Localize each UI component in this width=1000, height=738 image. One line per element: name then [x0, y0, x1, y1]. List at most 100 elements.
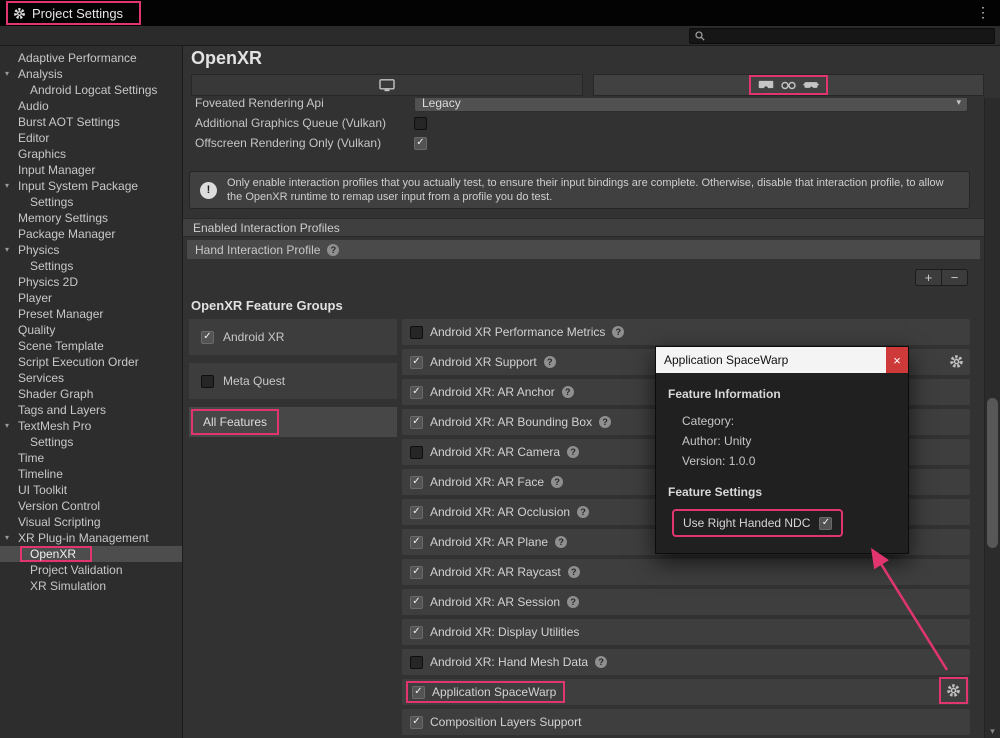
- help-icon[interactable]: ?: [544, 356, 556, 368]
- offscreen-rendering-checkbox[interactable]: ✓: [414, 137, 427, 150]
- foveated-rendering-dropdown[interactable]: Legacy ▾: [414, 98, 968, 112]
- sidebar-item-services[interactable]: Services: [0, 370, 182, 386]
- feature-checkbox[interactable]: [410, 446, 423, 459]
- sidebar-item-editor[interactable]: Editor: [0, 130, 182, 146]
- feature-group-meta-quest[interactable]: Meta Quest: [189, 363, 397, 399]
- feature-settings-gear-icon[interactable]: [946, 683, 961, 698]
- settings-sidebar: Adaptive Performance ▾Analysis Android L…: [0, 46, 183, 738]
- search-input[interactable]: [710, 30, 989, 42]
- sidebar-item-scene-template[interactable]: Scene Template: [0, 338, 182, 354]
- sidebar-item-android-logcat-settings[interactable]: Android Logcat Settings: [0, 82, 182, 98]
- help-icon[interactable]: ?: [568, 566, 580, 578]
- feature-settings-gear-icon[interactable]: [949, 354, 964, 369]
- remove-profile-button[interactable]: −: [942, 270, 967, 285]
- hand-interaction-profile-row[interactable]: Hand Interaction Profile ?: [187, 240, 980, 259]
- feature-checkbox[interactable]: ✓: [410, 476, 423, 489]
- feature-row-application-spacewarp[interactable]: ✓ Application SpaceWarp: [402, 679, 970, 705]
- sidebar-item-shader-graph[interactable]: Shader Graph: [0, 386, 182, 402]
- sidebar-item-timeline[interactable]: Timeline: [0, 466, 182, 482]
- search-box[interactable]: [689, 28, 995, 44]
- sidebar-item-ui-toolkit[interactable]: UI Toolkit: [0, 482, 182, 498]
- sidebar-item-memory-settings[interactable]: Memory Settings: [0, 210, 182, 226]
- feature-row-performance-metrics[interactable]: Android XR Performance Metrics ?: [402, 319, 970, 345]
- feature-group-checkbox[interactable]: ✓: [201, 331, 214, 344]
- feature-row-ar-raycast[interactable]: ✓ Android XR: AR Raycast ?: [402, 559, 970, 585]
- annotation-box-xr-icons: [749, 75, 828, 95]
- kebab-menu-icon[interactable]: ⋮: [976, 4, 990, 21]
- add-profile-button[interactable]: +: [916, 270, 942, 285]
- feature-checkbox[interactable]: ✓: [410, 506, 423, 519]
- sidebar-item-textmesh-pro[interactable]: ▾TextMesh Pro: [0, 418, 182, 434]
- feature-checkbox[interactable]: ✓: [410, 716, 423, 729]
- sidebar-item-preset-manager[interactable]: Preset Manager: [0, 306, 182, 322]
- feature-checkbox[interactable]: ✓: [412, 686, 425, 699]
- sidebar-item-input-manager[interactable]: Input Manager: [0, 162, 182, 178]
- feature-row-display-utilities[interactable]: ✓ Android XR: Display Utilities: [402, 619, 970, 645]
- help-icon[interactable]: ?: [562, 386, 574, 398]
- sidebar-item-audio[interactable]: Audio: [0, 98, 182, 114]
- feature-checkbox[interactable]: ✓: [410, 356, 423, 369]
- sidebar-item-input-system-package[interactable]: ▾Input System Package: [0, 178, 182, 194]
- annotation-box-ndc: Use Right Handed NDC ✓: [672, 509, 843, 537]
- feature-checkbox[interactable]: ✓: [410, 536, 423, 549]
- help-icon[interactable]: ?: [595, 656, 607, 668]
- foldout-arrow-icon[interactable]: ▾: [5, 418, 9, 434]
- help-icon[interactable]: ?: [551, 476, 563, 488]
- sidebar-item-adaptive-performance[interactable]: Adaptive Performance: [0, 50, 182, 66]
- help-icon[interactable]: ?: [555, 536, 567, 548]
- feature-checkbox[interactable]: ✓: [410, 596, 423, 609]
- feature-checkbox[interactable]: [410, 326, 423, 339]
- popup-body: Feature Information Category: Author: Un…: [656, 373, 908, 553]
- sidebar-item-package-manager[interactable]: Package Manager: [0, 226, 182, 242]
- sidebar-item-physics-settings[interactable]: Settings: [0, 258, 182, 274]
- sidebar-item-quality[interactable]: Quality: [0, 322, 182, 338]
- feature-checkbox[interactable]: ✓: [410, 386, 423, 399]
- sidebar-item-graphics[interactable]: Graphics: [0, 146, 182, 162]
- sidebar-item-version-control[interactable]: Version Control: [0, 498, 182, 514]
- sidebar-item-project-validation[interactable]: Project Validation: [0, 562, 182, 578]
- tab-desktop[interactable]: [191, 74, 583, 96]
- use-right-handed-ndc-checkbox[interactable]: ✓: [819, 517, 832, 530]
- sidebar-item-input-system-settings[interactable]: Settings: [0, 194, 182, 210]
- feature-checkbox[interactable]: ✓: [410, 566, 423, 579]
- tab-android-xr[interactable]: [593, 74, 985, 96]
- close-icon[interactable]: ×: [886, 347, 908, 373]
- foldout-arrow-icon[interactable]: ▾: [5, 66, 9, 82]
- foldout-arrow-icon[interactable]: ▾: [5, 178, 9, 194]
- sidebar-item-openxr[interactable]: OpenXR: [0, 546, 182, 562]
- feature-checkbox[interactable]: [410, 656, 423, 669]
- help-icon[interactable]: ?: [577, 506, 589, 518]
- sidebar-item-xr-simulation[interactable]: XR Simulation: [0, 578, 182, 594]
- feature-group-checkbox[interactable]: [201, 375, 214, 388]
- feature-checkbox[interactable]: ✓: [410, 416, 423, 429]
- help-icon[interactable]: ?: [567, 446, 579, 458]
- help-icon[interactable]: ?: [612, 326, 624, 338]
- help-icon[interactable]: ?: [599, 416, 611, 428]
- sidebar-item-xr-plugin-management[interactable]: ▾XR Plug-in Management: [0, 530, 182, 546]
- feature-group-android-xr[interactable]: ✓ Android XR: [189, 319, 397, 355]
- sidebar-item-physics-2d[interactable]: Physics 2D: [0, 274, 182, 290]
- foldout-arrow-icon[interactable]: ▾: [5, 242, 9, 258]
- sidebar-item-analysis[interactable]: ▾Analysis: [0, 66, 182, 82]
- sidebar-item-script-execution-order[interactable]: Script Execution Order: [0, 354, 182, 370]
- sidebar-item-visual-scripting[interactable]: Visual Scripting: [0, 514, 182, 530]
- feature-group-all-features[interactable]: All Features: [189, 407, 397, 437]
- feature-row-composition-layers[interactable]: ✓ Composition Layers Support: [402, 709, 970, 735]
- sidebar-item-time[interactable]: Time: [0, 450, 182, 466]
- help-icon[interactable]: ?: [567, 596, 579, 608]
- vertical-scrollbar[interactable]: ▾: [984, 98, 1000, 738]
- sidebar-item-burst-aot-settings[interactable]: Burst AOT Settings: [0, 114, 182, 130]
- feature-row-hand-mesh-data[interactable]: Android XR: Hand Mesh Data ?: [402, 649, 970, 675]
- help-icon[interactable]: ?: [327, 244, 339, 256]
- scroll-down-arrow-icon[interactable]: ▾: [985, 726, 1000, 737]
- foldout-arrow-icon[interactable]: ▾: [5, 530, 9, 546]
- sidebar-item-textmesh-settings[interactable]: Settings: [0, 434, 182, 450]
- sidebar-item-player[interactable]: Player: [0, 290, 182, 306]
- graphics-queue-checkbox[interactable]: [414, 117, 427, 130]
- feature-checkbox[interactable]: ✓: [410, 626, 423, 639]
- scrollbar-thumb[interactable]: [987, 398, 998, 548]
- sidebar-item-tags-and-layers[interactable]: Tags and Layers: [0, 402, 182, 418]
- sidebar-item-physics[interactable]: ▾Physics: [0, 242, 182, 258]
- feature-row-ar-session[interactable]: ✓ Android XR: AR Session ?: [402, 589, 970, 615]
- popup-titlebar[interactable]: Application SpaceWarp ×: [656, 347, 908, 373]
